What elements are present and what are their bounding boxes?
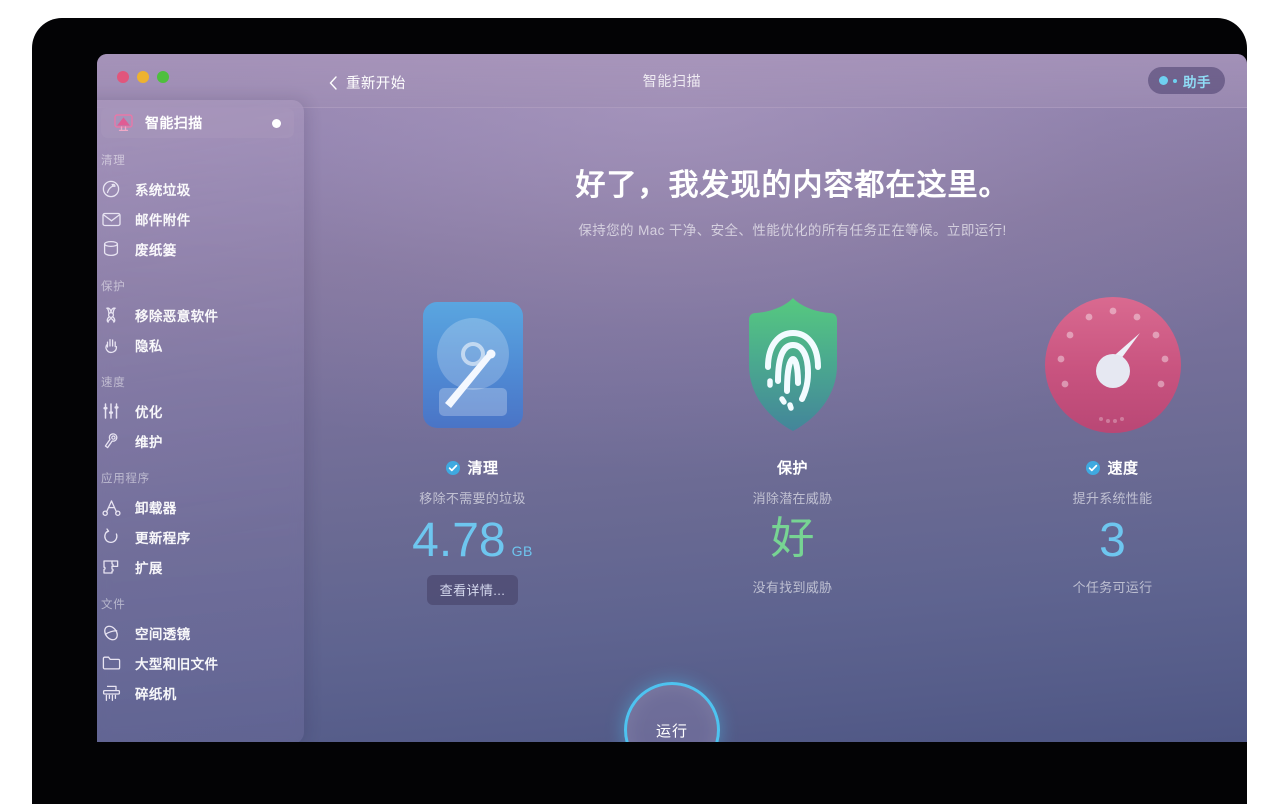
biohazard-icon xyxy=(101,305,121,325)
sidebar-group-applications: 应用程序 卸载器 更新程序 扩展 xyxy=(97,470,304,582)
hard-drive-icon xyxy=(388,285,558,445)
card-speed-subtitle: 提升系统性能 xyxy=(1072,491,1153,506)
card-cleanup-unit: GB xyxy=(511,543,533,559)
card-protection-metric: 好 xyxy=(708,517,878,569)
sidebar-item-uninstaller[interactable]: 卸载器 xyxy=(97,492,304,522)
sidebar-item-privacy[interactable]: 隐私 xyxy=(97,330,304,360)
assistant-label: 助手 xyxy=(1183,74,1211,90)
card-protection-title: 保护 xyxy=(776,460,808,477)
trash-bin-icon xyxy=(101,239,121,259)
card-cleanup-subtitle: 移除不需要的垃圾 xyxy=(419,491,526,506)
sidebar-item-malware-removal[interactable]: 移除恶意软件 xyxy=(97,300,304,330)
sidebar-item-maintenance-label: 维护 xyxy=(135,435,163,450)
sidebar-item-trash[interactable]: 废纸篓 xyxy=(97,234,304,264)
sidebar-group-files-heading: 文件 xyxy=(101,599,126,611)
sidebar-item-extensions[interactable]: 扩展 xyxy=(97,552,304,582)
sidebar-group-protection: 保护 移除恶意软件 隐私 xyxy=(97,278,304,360)
envelope-icon xyxy=(101,209,121,229)
card-protection-subtitle: 消除潜在威胁 xyxy=(752,491,833,506)
speedometer-icon xyxy=(1028,285,1198,445)
card-cleanup: 清理 移除不需要的垃圾 4.78 GB 查看详情... xyxy=(388,285,558,605)
card-speed: 速度 提升系统性能 3 个任务可运行 xyxy=(1028,285,1198,605)
sidebar-item-malware-removal-label: 移除恶意软件 xyxy=(135,309,219,324)
sidebar-group-cleanup: 清理 系统垃圾 邮件附件 废纸篓 xyxy=(97,152,304,264)
card-speed-title: 速度 xyxy=(1107,460,1139,477)
sidebar-item-optimization-label: 优化 xyxy=(135,405,163,420)
shield-fingerprint-icon xyxy=(708,285,878,445)
sidebar-item-system-junk[interactable]: 系统垃圾 xyxy=(97,174,304,204)
card-speed-value: 3 xyxy=(1099,514,1126,567)
sidebar-item-maintenance[interactable]: 维护 xyxy=(97,426,304,456)
sidebar-group-files: 文件 空间透镜 大型和旧文件 碎纸机 xyxy=(97,596,304,708)
sidebar-item-mail-attachments[interactable]: 邮件附件 xyxy=(97,204,304,234)
sidebar-item-smart-scan[interactable]: 智能扫描 xyxy=(101,108,294,138)
sidebar-item-uninstaller-label: 卸载器 xyxy=(135,501,177,516)
card-cleanup-title-row: 清理 xyxy=(388,457,558,478)
sidebar-item-privacy-label: 隐私 xyxy=(135,339,163,354)
result-cards: 清理 移除不需要的垃圾 4.78 GB 查看详情... 保护 消除潜在威胁 好 … xyxy=(338,285,1247,605)
card-cleanup-title: 清理 xyxy=(467,460,499,477)
sidebar-group-cleanup-heading: 清理 xyxy=(101,155,126,167)
card-protection: 保护 消除潜在威胁 好 没有找到威胁 xyxy=(708,285,878,605)
sidebar-list: 智能扫描 清理 系统垃圾 邮件附件 废纸篓 保护 移除恶意软件 隐私 速度 优化… xyxy=(97,108,304,708)
sidebar-item-large-old-files-label: 大型和旧文件 xyxy=(135,657,219,672)
sidebar-group-applications-heading: 应用程序 xyxy=(101,473,150,485)
sidebar-item-updater-label: 更新程序 xyxy=(135,531,191,546)
folder-icon xyxy=(101,653,121,673)
sidebar-item-updater[interactable]: 更新程序 xyxy=(97,522,304,552)
refresh-icon xyxy=(101,527,121,547)
card-speed-title-row: 速度 xyxy=(1028,457,1198,478)
page-title: 智能扫描 xyxy=(642,73,702,89)
main-content: 好了，我发现的内容都在这里。 保持您的 Mac 干净、安全、性能优化的所有任务正… xyxy=(338,108,1247,742)
assistant-dot-large-icon xyxy=(1159,76,1168,85)
run-button[interactable]: 运行 xyxy=(624,682,720,742)
puzzle-icon xyxy=(101,557,121,577)
sidebar-item-large-old-files[interactable]: 大型和旧文件 xyxy=(97,648,304,678)
card-protection-value: 好 xyxy=(770,514,815,563)
sliders-icon xyxy=(101,401,121,421)
app-window: 重新开始 智能扫描 助手 好了，我发现的内容都在这里。 保持您的 Mac 干净、… xyxy=(97,54,1247,742)
sidebar-item-space-lens[interactable]: 空间透镜 xyxy=(97,618,304,648)
check-circle-icon xyxy=(446,460,461,475)
sidebar-item-shredder-label: 碎纸机 xyxy=(135,687,177,702)
sidebar-item-optimization[interactable]: 优化 xyxy=(97,396,304,426)
sidebar-item-smart-scan-label: 智能扫描 xyxy=(145,115,203,131)
sidebar-item-trash-label: 废纸篓 xyxy=(135,243,177,258)
monitor-scan-icon xyxy=(113,113,133,133)
display-bezel: 重新开始 智能扫描 助手 好了，我发现的内容都在这里。 保持您的 Mac 干净、… xyxy=(32,18,1247,804)
wrench-icon xyxy=(101,431,121,451)
sidebar-group-speed: 速度 优化 维护 xyxy=(97,374,304,456)
run-button-wrapper: 运行 xyxy=(624,682,720,742)
check-circle-icon xyxy=(1086,460,1101,475)
hero-section: 好了，我发现的内容都在这里。 保持您的 Mac 干净、安全、性能优化的所有任务正… xyxy=(338,160,1247,239)
assistant-button[interactable]: 助手 xyxy=(1148,67,1225,94)
card-speed-footer: 个任务可运行 xyxy=(1072,580,1153,595)
hero-subheading: 保持您的 Mac 干净、安全、性能优化的所有任务正在等候。立即运行! xyxy=(578,223,1007,238)
assistant-dot-small-icon xyxy=(1173,78,1177,83)
card-cleanup-value: 4.78 xyxy=(412,514,506,567)
shredder-icon xyxy=(101,683,121,703)
uninstaller-icon xyxy=(101,497,121,517)
sidebar-group-protection-heading: 保护 xyxy=(101,281,126,293)
card-protection-footer: 没有找到威胁 xyxy=(752,580,833,595)
card-cleanup-metric: 4.78 GB xyxy=(388,517,558,569)
run-button-label: 运行 xyxy=(655,722,688,740)
card-protection-title-row: 保护 xyxy=(708,457,878,478)
sidebar-item-shredder[interactable]: 碎纸机 xyxy=(97,678,304,708)
sidebar-item-system-junk-label: 系统垃圾 xyxy=(135,183,191,198)
hero-heading: 好了，我发现的内容都在这里。 xyxy=(575,169,1010,202)
sidebar-group-speed-heading: 速度 xyxy=(101,377,126,389)
hand-icon xyxy=(101,335,121,355)
sidebar-item-mail-attachments-label: 邮件附件 xyxy=(135,213,191,228)
status-dot-indicator xyxy=(272,119,281,128)
sidebar-item-space-lens-label: 空间透镜 xyxy=(135,627,191,642)
sidebar: 智能扫描 清理 系统垃圾 邮件附件 废纸篓 保护 移除恶意软件 隐私 速度 优化… xyxy=(97,100,304,742)
broom-circle-icon xyxy=(101,179,121,199)
sidebar-item-extensions-label: 扩展 xyxy=(135,561,163,576)
space-lens-icon xyxy=(101,623,121,643)
view-details-button[interactable]: 查看详情... xyxy=(426,575,519,605)
card-speed-metric: 3 xyxy=(1028,517,1198,569)
